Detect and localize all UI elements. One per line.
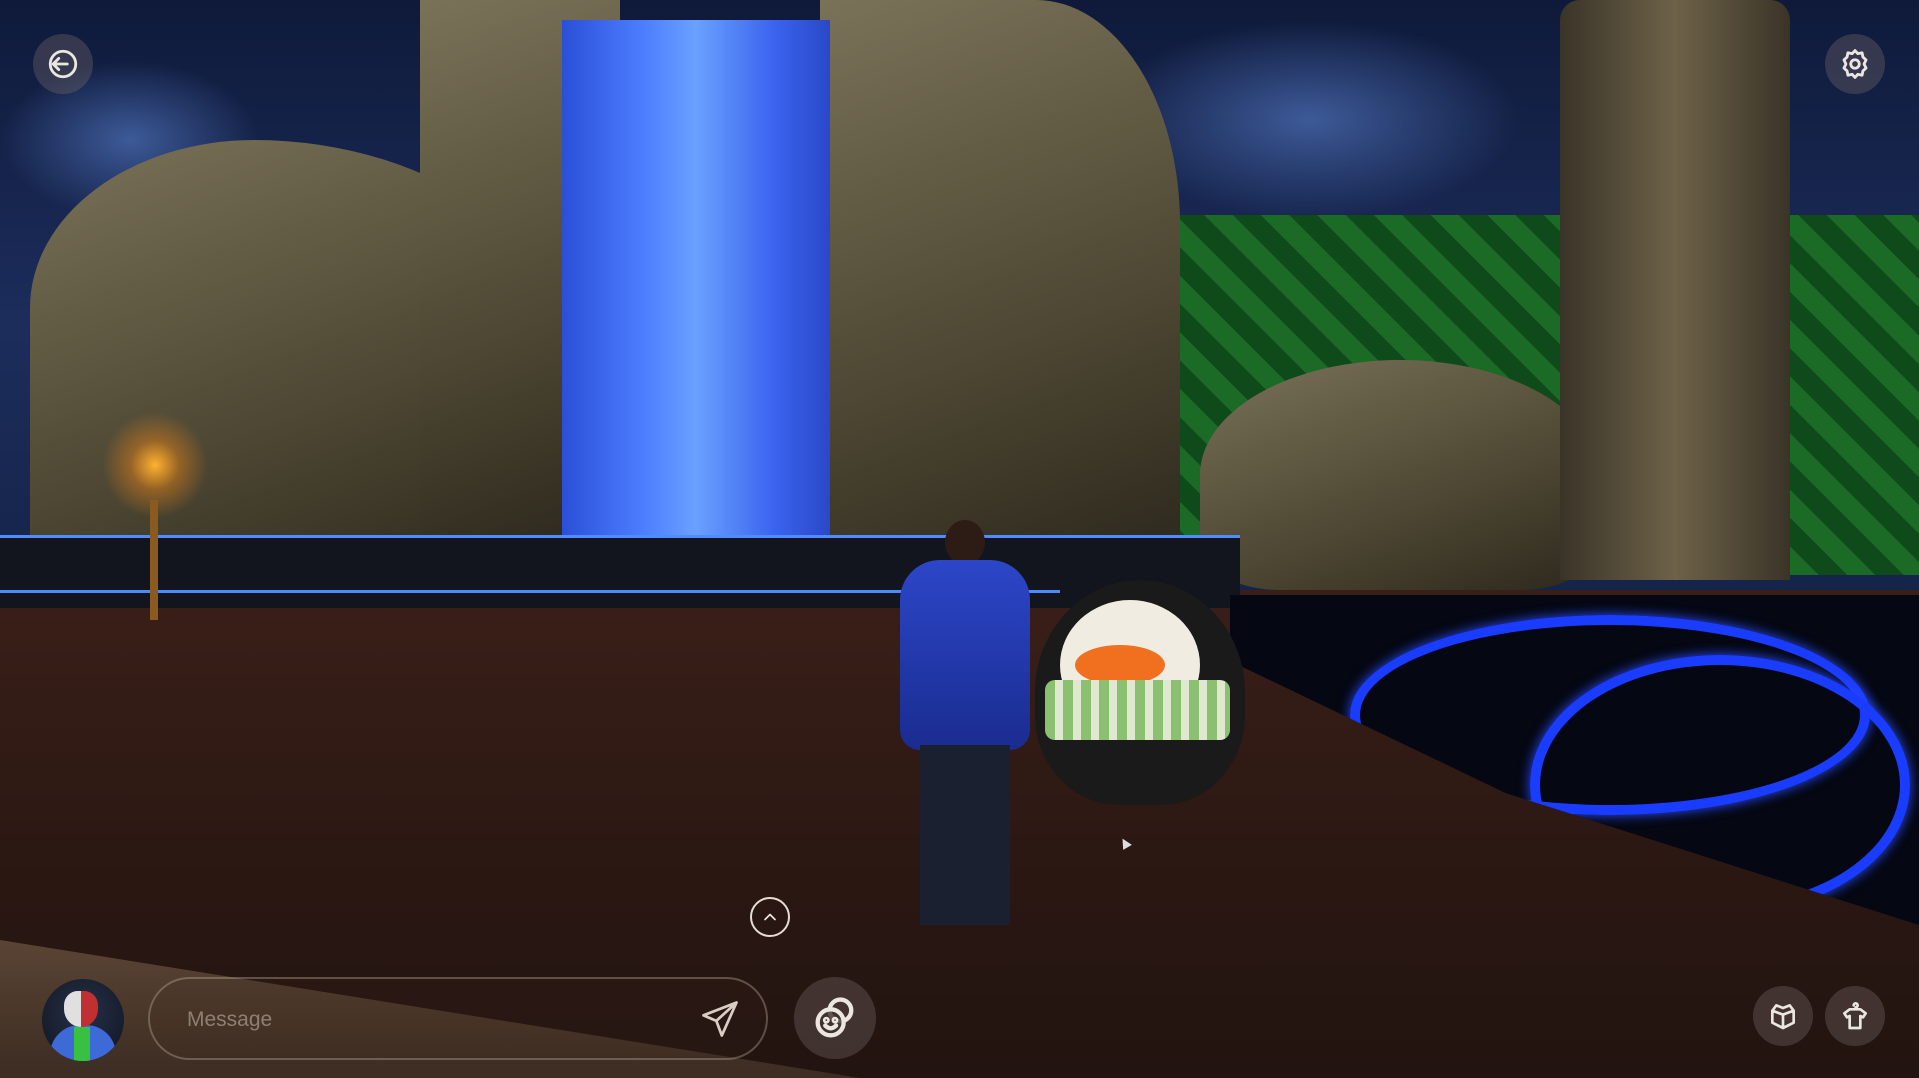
boulders [1200, 360, 1600, 590]
wardrobe-button[interactable] [1825, 986, 1885, 1046]
exit-door-arrow-icon [48, 49, 78, 79]
shirt-hanger-icon [1843, 1002, 1867, 1030]
avatar-mask [64, 991, 98, 1027]
settings-button[interactable] [1825, 34, 1885, 94]
exit-button[interactable] [33, 34, 93, 94]
penguin-npc[interactable] [1035, 580, 1245, 805]
paper-plane-icon [702, 1001, 738, 1037]
open-box-icon [1771, 1004, 1795, 1030]
player-avatar[interactable] [890, 520, 1040, 950]
expand-chat-button[interactable] [750, 897, 790, 937]
torch [150, 500, 158, 620]
waterfall [562, 20, 830, 540]
avatar-legs [920, 745, 1010, 925]
chat-message-bar [148, 977, 768, 1060]
emoji-bubbles-icon [815, 997, 854, 1038]
rock-cliff-right [820, 0, 1180, 560]
avatar-jacket [900, 560, 1030, 750]
user-avatar-button[interactable] [42, 979, 124, 1061]
penguin-scarf [1045, 680, 1230, 740]
emote-button[interactable] [794, 977, 876, 1059]
game-viewport[interactable] [0, 0, 1919, 1078]
message-input[interactable] [185, 999, 669, 1041]
gear-icon [1842, 49, 1868, 79]
avatar-shirt [74, 1027, 90, 1061]
avatar-head [945, 520, 985, 565]
chevron-up-icon [764, 913, 776, 921]
penguin-beak [1075, 645, 1165, 685]
send-button[interactable] [696, 995, 744, 1043]
stone-pillar [1560, 0, 1790, 580]
inventory-button[interactable] [1753, 986, 1813, 1046]
